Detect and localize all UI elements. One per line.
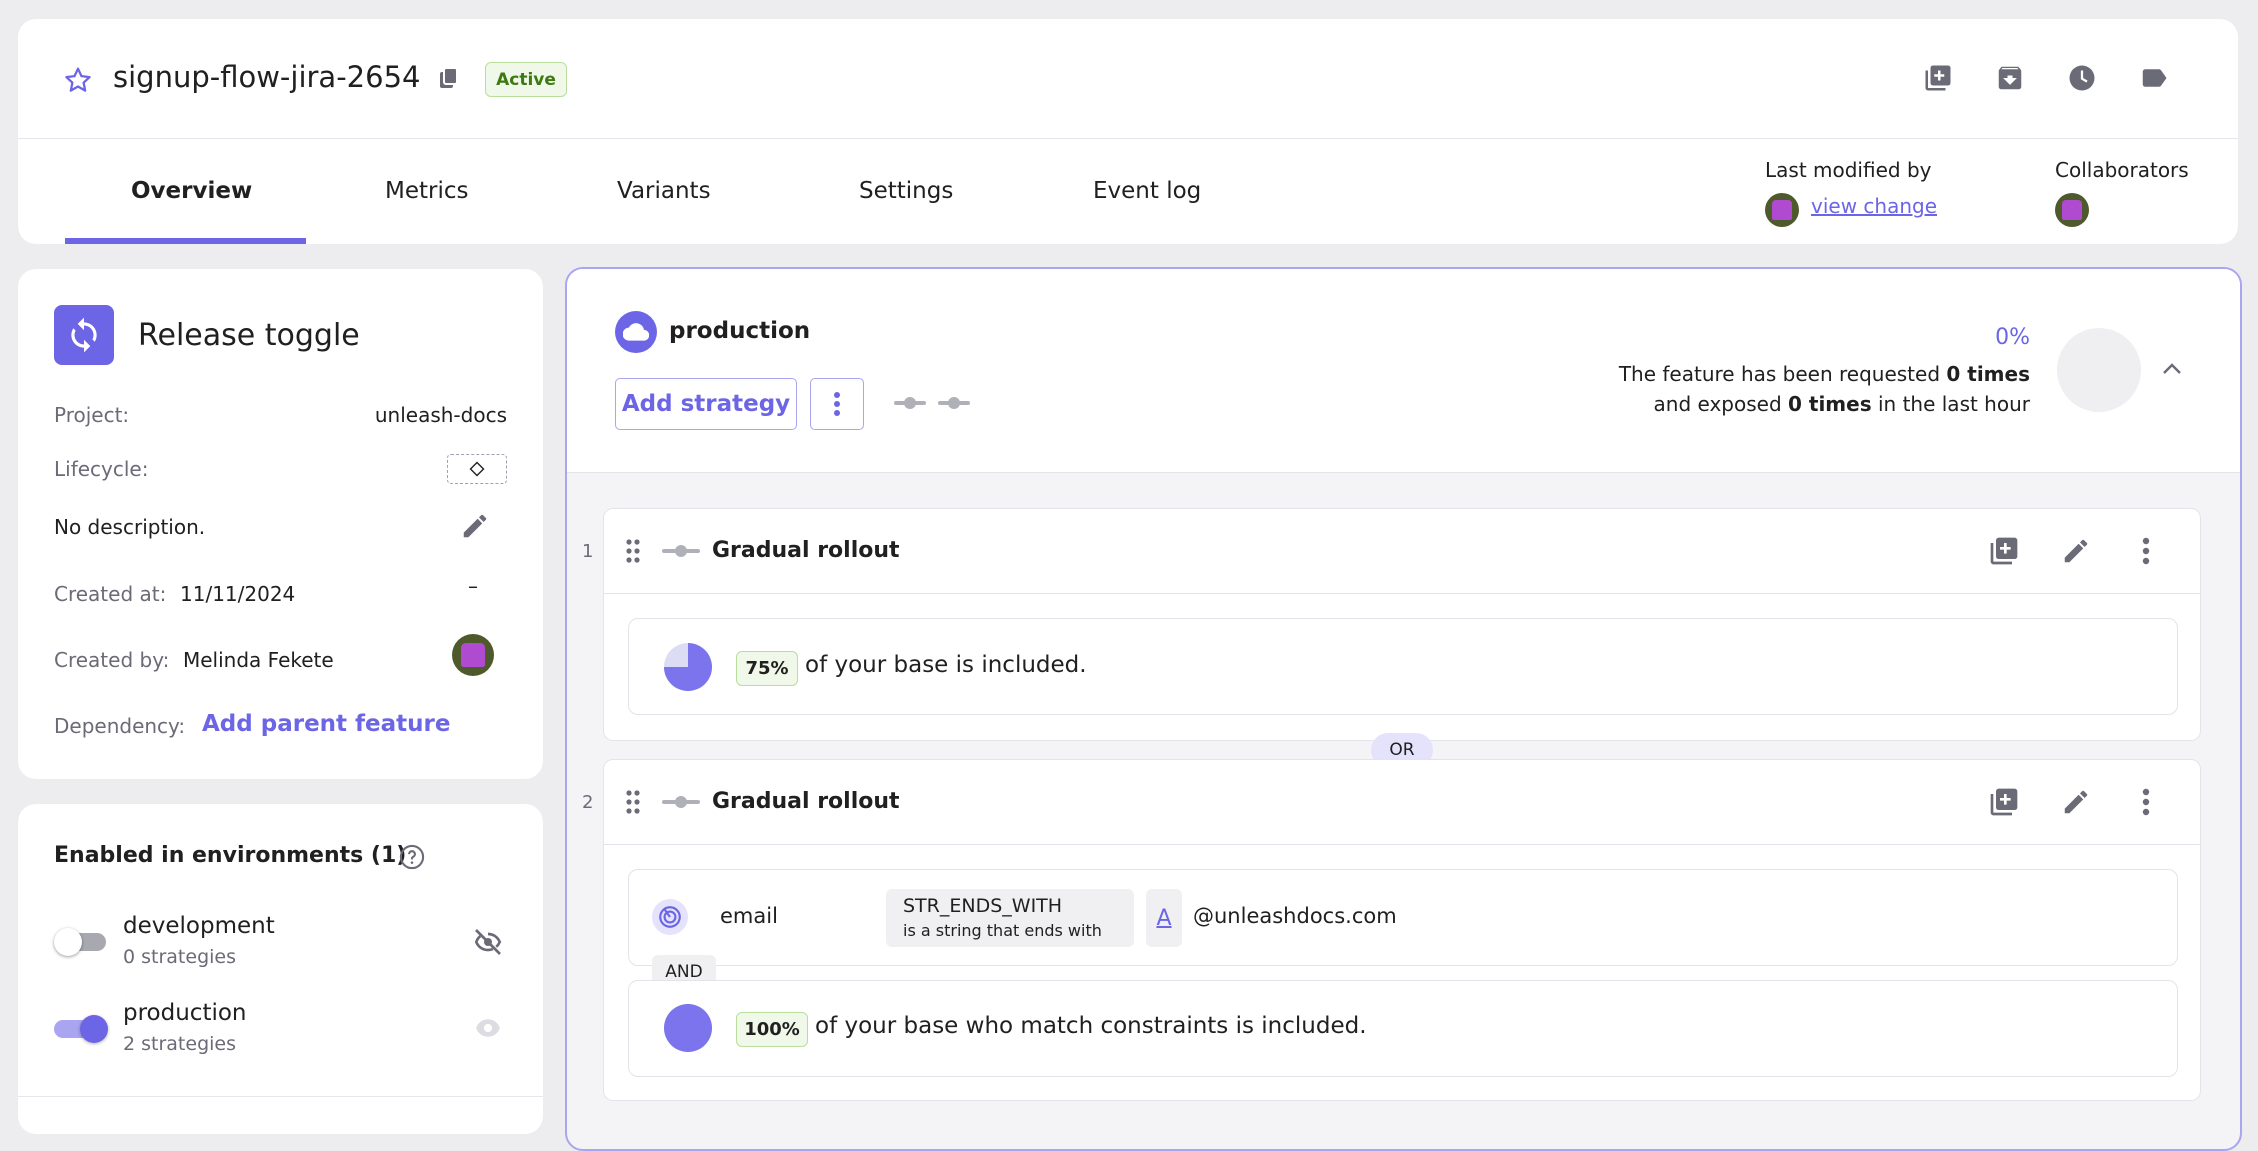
rollout-percent-badge: 75% (736, 651, 798, 686)
help-icon[interactable] (397, 842, 427, 872)
status-badge: Active (485, 62, 567, 97)
env-production-strategies: 2 strategies (123, 1033, 236, 1055)
created-by-label: Created by: (54, 648, 170, 672)
environment-menu-button[interactable] (810, 378, 864, 430)
add-parent-feature-link[interactable]: Add parent feature (202, 711, 450, 737)
active-tab-indicator (65, 238, 306, 244)
archive-icon[interactable] (1992, 60, 2028, 96)
strategy-menu-icon[interactable] (2128, 533, 2164, 569)
metrics-percent: 0% (1995, 325, 2030, 350)
rollout-pie (663, 1003, 713, 1053)
tab-metrics[interactable]: Metrics (385, 178, 469, 204)
drag-handle-icon[interactable] (621, 787, 645, 817)
edit-description-icon[interactable] (457, 508, 493, 544)
constraint-operator-desc: is a string that ends with (903, 921, 1102, 940)
metrics-exposed-prefix: and exposed (1653, 392, 1789, 416)
metrics-exposed-count: 0 times (1788, 392, 1872, 416)
star-icon[interactable] (60, 62, 96, 98)
environment-name: production (669, 318, 811, 344)
strategy-2-index: 2 (582, 792, 594, 813)
view-change-link[interactable]: view change (1811, 194, 1937, 218)
project-label: Project: (54, 403, 130, 427)
tab-variants[interactable]: Variants (617, 178, 711, 204)
strategy-card-divider (604, 593, 2200, 594)
rollout-strategy-icon (662, 793, 700, 811)
collaborators-label: Collaborators (2055, 158, 2189, 182)
metrics-exposed-suffix: in the last hour (1871, 392, 2030, 416)
metrics-requested-prefix: The feature has been requested (1618, 362, 1947, 386)
rollout-text: of your base who match constraints is in… (815, 1013, 1367, 1039)
lifecycle-label: Lifecycle: (54, 457, 149, 481)
clock-icon[interactable] (2064, 60, 2100, 96)
strategy-connector-icon (893, 392, 927, 414)
copy-icon[interactable] (434, 64, 464, 94)
eye-off-icon[interactable] (468, 924, 508, 960)
tab-overview[interactable]: Overview (131, 178, 252, 204)
add-copy-icon[interactable] (1920, 60, 1956, 96)
header-divider (18, 138, 2238, 139)
environments-divider (18, 1096, 543, 1097)
development-toggle[interactable] (54, 928, 106, 956)
constraint-value: @unleashdocs.com (1193, 904, 1397, 928)
collapse-chevron-icon[interactable] (2156, 353, 2188, 385)
dependency-label: Dependency: (54, 714, 186, 738)
strategy-2-title: Gradual rollout (712, 789, 900, 814)
description: No description. (54, 515, 206, 539)
env-development-strategies: 0 strategies (123, 946, 236, 968)
strategy-1-index: 1 (582, 541, 594, 562)
toggle-type-icon (54, 305, 114, 365)
created-at-label: Created at: (54, 582, 167, 606)
tag-icon[interactable] (2136, 60, 2172, 96)
strategy-menu-icon[interactable] (2128, 784, 2164, 820)
rollout-pie-slice (664, 1004, 712, 1052)
constraint-icon (652, 899, 688, 935)
drag-handle-icon[interactable] (621, 536, 645, 566)
eye-icon[interactable] (468, 1010, 508, 1046)
metrics-line-2: and exposed 0 times in the last hour (1654, 392, 2030, 416)
constraint-box (628, 869, 2178, 966)
strategy-card-divider (604, 844, 2200, 845)
constraint-operator-name: STR_ENDS_WITH (903, 895, 1063, 917)
tab-settings[interactable]: Settings (859, 178, 953, 204)
toggle-type: Release toggle (138, 318, 360, 353)
last-modified-label: Last modified by (1765, 158, 1932, 182)
env-production-name: production (123, 1000, 247, 1026)
feature-name: signup-flow-jira-2654 (113, 60, 421, 94)
copy-strategy-icon[interactable] (1986, 533, 2022, 569)
constraint-operator: STR_ENDS_WITH is a string that ends with (886, 889, 1134, 947)
environments-title: Enabled in environments (1) (54, 843, 407, 868)
tab-event-log[interactable]: Event log (1093, 178, 1201, 204)
constraint-context: email (720, 904, 778, 928)
creator-avatar[interactable] (452, 634, 494, 676)
copy-strategy-icon[interactable] (1986, 784, 2022, 820)
cloud-icon (615, 311, 657, 353)
strategy-1-title: Gradual rollout (712, 538, 900, 563)
rollout-text: of your base is included. (805, 652, 1087, 678)
metrics-gauge (2057, 328, 2141, 412)
rollout-strategy-icon (662, 542, 700, 560)
edit-strategy-icon[interactable] (2058, 784, 2094, 820)
case-sensitive-icon[interactable]: A (1146, 889, 1182, 947)
last-modified-avatar[interactable] (1765, 193, 1799, 227)
rollout-percent-badge: 100% (736, 1012, 808, 1047)
rollout-pie (663, 642, 713, 692)
project-value[interactable]: unleash-docs (375, 403, 507, 427)
add-strategy-button[interactable]: Add strategy (615, 378, 797, 430)
lifecycle-stage-icon[interactable] (447, 454, 507, 484)
strategy-connector-icon (937, 392, 971, 414)
created-at-value: 11/11/2024 (180, 582, 296, 606)
metrics-line-1: The feature has been requested 0 times (1619, 362, 2030, 386)
created-at-extra: – (468, 574, 478, 598)
created-by-value: Melinda Fekete (183, 648, 334, 672)
metrics-requested-count: 0 times (1946, 362, 2030, 386)
collaborator-avatar[interactable] (2055, 193, 2089, 227)
edit-strategy-icon[interactable] (2058, 533, 2094, 569)
case-sensitive-letter: A (1156, 905, 1172, 931)
env-development-name: development (123, 913, 275, 939)
production-toggle[interactable] (54, 1015, 110, 1043)
